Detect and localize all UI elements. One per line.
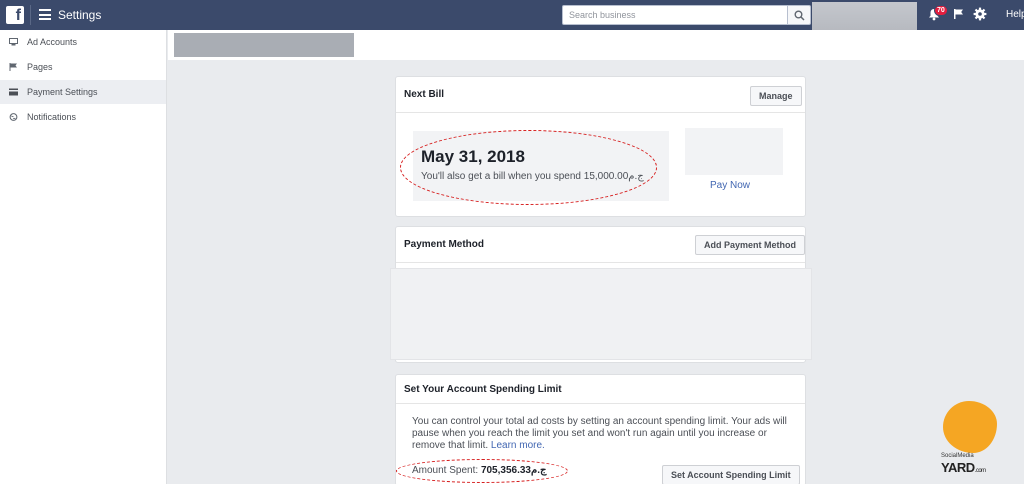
sidebar-item-notifications[interactable]: Notifications [0,105,166,129]
sidebar-item-label: Pages [27,62,53,72]
search-input[interactable] [562,5,788,25]
business-name-redacted [174,33,354,57]
spending-limit-description: You can control your total ad costs by s… [412,416,790,452]
card-header: Next Bill Manage [396,77,805,113]
facebook-logo-icon[interactable]: f [6,6,24,24]
app-title: Settings [58,8,102,22]
flag-icon [9,63,17,71]
description-text: You can control your total ad costs by s… [412,416,787,451]
ad-accounts-icon [9,38,18,46]
payment-method-redacted [390,268,812,360]
settings-sidebar: Ad Accounts Pages Payment Settings Notif… [0,30,167,484]
hamburger-menu-icon[interactable] [39,9,51,20]
card-header: Payment Method Add Payment Method [396,227,805,263]
search-button[interactable] [787,5,811,25]
card-header: Set Your Account Spending Limit [396,375,805,404]
payment-method-title: Payment Method [404,239,485,250]
sidebar-item-ad-accounts[interactable]: Ad Accounts [0,30,166,54]
logo-small-text: SocialMedia [941,453,974,459]
help-link[interactable]: Help [1006,9,1024,20]
pay-now-link[interactable]: Pay Now [710,180,750,191]
learn-more-link[interactable]: Learn more. [491,440,545,451]
logo-shape [943,401,997,453]
annotation-oval [396,459,568,483]
socialmediayard-logo: SocialMedia YARD.com [939,401,1001,476]
notification-badge: 70 [934,5,948,16]
gear-icon[interactable] [973,7,987,21]
manage-button[interactable]: Manage [750,86,802,106]
payment-card-image [685,128,783,175]
logo-big-text: YARD.com [941,460,986,475]
sidebar-item-payment-settings[interactable]: Payment Settings [0,80,166,104]
globe-icon [9,113,18,121]
set-spending-limit-button[interactable]: Set Account Spending Limit [662,465,800,484]
card-icon [9,88,18,96]
next-bill-card: Next Bill Manage May 31, 2018 You'll als… [395,76,806,217]
spending-limit-card: Set Your Account Spending Limit You can … [395,374,806,484]
sidebar-item-label: Notifications [27,112,77,122]
sidebar-item-label: Payment Settings [27,87,98,97]
flag-icon[interactable] [953,8,964,20]
logo-brand: YARD [941,460,975,475]
sidebar-item-pages[interactable]: Pages [0,55,166,79]
profile-area-redacted[interactable] [812,2,917,32]
next-bill-title: Next Bill [404,89,445,100]
top-navigation-bar: f Settings 70 Help [0,0,1024,32]
search-icon [794,10,805,21]
spending-limit-title: Set Your Account Spending Limit [404,384,562,395]
sidebar-item-label: Ad Accounts [27,37,78,47]
annotation-oval [400,130,657,205]
add-payment-method-button[interactable]: Add Payment Method [695,235,805,255]
divider [30,5,31,25]
logo-suffix: .com [974,468,987,474]
